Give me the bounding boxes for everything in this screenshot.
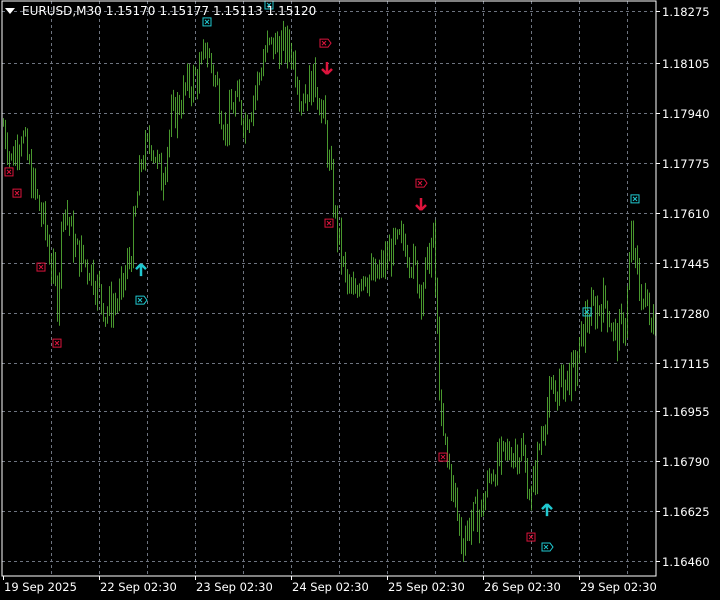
buy-arrow-up-icon [135,263,147,277]
time-tick-label: 24 Sep 02:30 [292,580,369,594]
marker-cross [440,454,446,460]
collapse-triangle-icon[interactable] [5,8,15,14]
price-chart[interactable] [0,0,720,600]
plot-frame [1,0,657,577]
sell-flag-icon [319,38,332,48]
marker-cross [326,220,332,226]
sell-close-icon [36,262,46,272]
sell-close-icon [438,452,448,462]
sell-close-icon [526,532,536,542]
trade-markers [4,0,640,552]
marker-cross [6,169,12,175]
marker-cross [38,264,44,270]
time-tick-label: 19 Sep 2025 [4,580,77,594]
time-tick-label: 29 Sep 02:30 [580,580,657,594]
marker-cross [417,180,423,186]
price-tick-label: 1.16460 [662,554,710,569]
sell-flag-icon [415,178,428,188]
time-tick-label: 25 Sep 02:30 [388,580,465,594]
marker-cross [204,19,210,25]
price-tick-label: 1.18275 [662,4,710,19]
buy-close-icon [202,17,212,27]
buy-arrow-up-icon [541,503,553,517]
buy-flag-icon [135,295,148,305]
marker-cross [14,190,20,196]
time-tick-label: 26 Sep 02:30 [484,580,561,594]
price-tick-label: 1.17445 [662,256,710,271]
marker-flag [415,178,428,188]
chart-header: EURUSD,M30 1.15170 1.15177 1.15113 1.151… [5,4,316,18]
price-tick-label: 1.16955 [662,404,710,419]
marker-flag [541,542,554,552]
buy-flag-icon [541,542,554,552]
time-tick-label: 23 Sep 02:30 [196,580,273,594]
price-tick-label: 1.16625 [662,504,710,519]
sell-arrow-down-icon [321,61,333,75]
price-tick-label: 1.17610 [662,206,710,221]
marker-cross [137,297,143,303]
price-tick-label: 1.17115 [662,356,710,371]
grid [2,1,660,580]
low-price: 1.15113 [213,4,263,18]
price-tick-label: 1.17280 [662,306,710,321]
marker-cross [632,196,638,202]
marker-flag [135,295,148,305]
close-price: 1.15120 [266,4,317,18]
price-bars [3,20,656,562]
time-tick-label: 22 Sep 02:30 [100,580,177,594]
marker-cross [54,340,60,346]
sell-close-icon [52,338,62,348]
marker-cross [543,544,549,550]
price-tick-label: 1.16790 [662,454,710,469]
high-price: 1.15177 [159,4,210,18]
price-tick-label: 1.18105 [662,56,710,71]
sell-close-icon [4,167,14,177]
sell-arrow-down-icon [415,198,427,211]
buy-close-icon [630,194,640,204]
open-price: 1.15170 [105,4,156,18]
sell-close-icon [324,218,334,228]
price-tick-label: 1.17775 [662,156,710,171]
marker-flag [319,38,332,48]
symbol-label: EURUSD,M30 [22,4,102,18]
marker-cross [321,40,327,46]
sell-close-icon [12,188,22,198]
price-tick-label: 1.17940 [662,106,710,121]
